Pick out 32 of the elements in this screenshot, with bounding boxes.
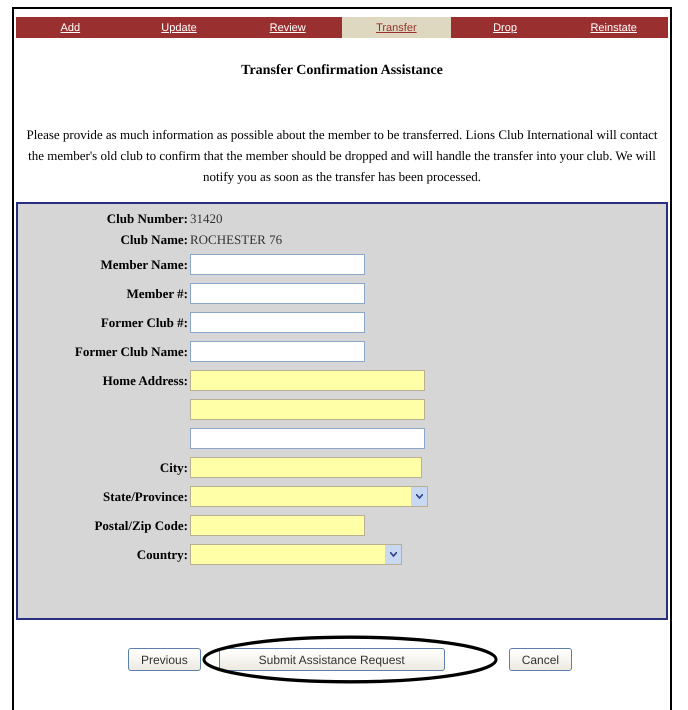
button[interactable]: Previous	[128, 648, 201, 671]
field-label: State/Province:	[103, 488, 189, 504]
button[interactable]: Submit Assistance Request	[218, 648, 445, 671]
input-field[interactable]	[190, 399, 425, 420]
field-label: Postal/Zip Code:	[94, 518, 189, 534]
field-label: City:	[160, 460, 189, 476]
field-label: Club Number:	[106, 210, 189, 226]
nav-tab[interactable]: Review	[270, 22, 306, 34]
input-field[interactable]	[190, 254, 365, 275]
field-label: Home Address:	[102, 372, 189, 388]
field-value: ROCHESTER 76	[190, 231, 282, 248]
input-field[interactable]	[190, 341, 365, 362]
field-value: 31420	[190, 210, 222, 227]
nav-tab[interactable]: Reinstate	[590, 22, 637, 34]
input-field[interactable]	[190, 457, 422, 478]
nav-tab[interactable]: Add	[60, 22, 80, 34]
field-label: Country:	[136, 546, 189, 562]
input-field[interactable]	[190, 312, 365, 333]
page-title: Transfer Confirmation Assistance	[240, 63, 444, 79]
input-field[interactable]	[190, 428, 425, 449]
field-label: Former Club #:	[100, 314, 189, 330]
field-label: Member Name:	[100, 256, 189, 272]
intro-paragraph: Please provide as much information as possible about the member to be transferred. Lions Club International will contact the member's old club to confirm that the member should be dropped and will handle the transfer into your club. We will notify you as soon as the transfer has been processed.	[25, 126, 659, 186]
input-field[interactable]	[190, 283, 365, 304]
input-field[interactable]	[190, 515, 365, 536]
field-label: Member #:	[126, 286, 189, 302]
field-label: Former Club Name:	[74, 344, 189, 360]
nav-tab[interactable]: Update	[161, 22, 197, 34]
nav-tab[interactable]: Drop	[493, 22, 517, 34]
input-field[interactable]	[190, 370, 425, 391]
field-label: Club Name:	[120, 232, 189, 248]
button[interactable]: Cancel	[508, 648, 572, 671]
